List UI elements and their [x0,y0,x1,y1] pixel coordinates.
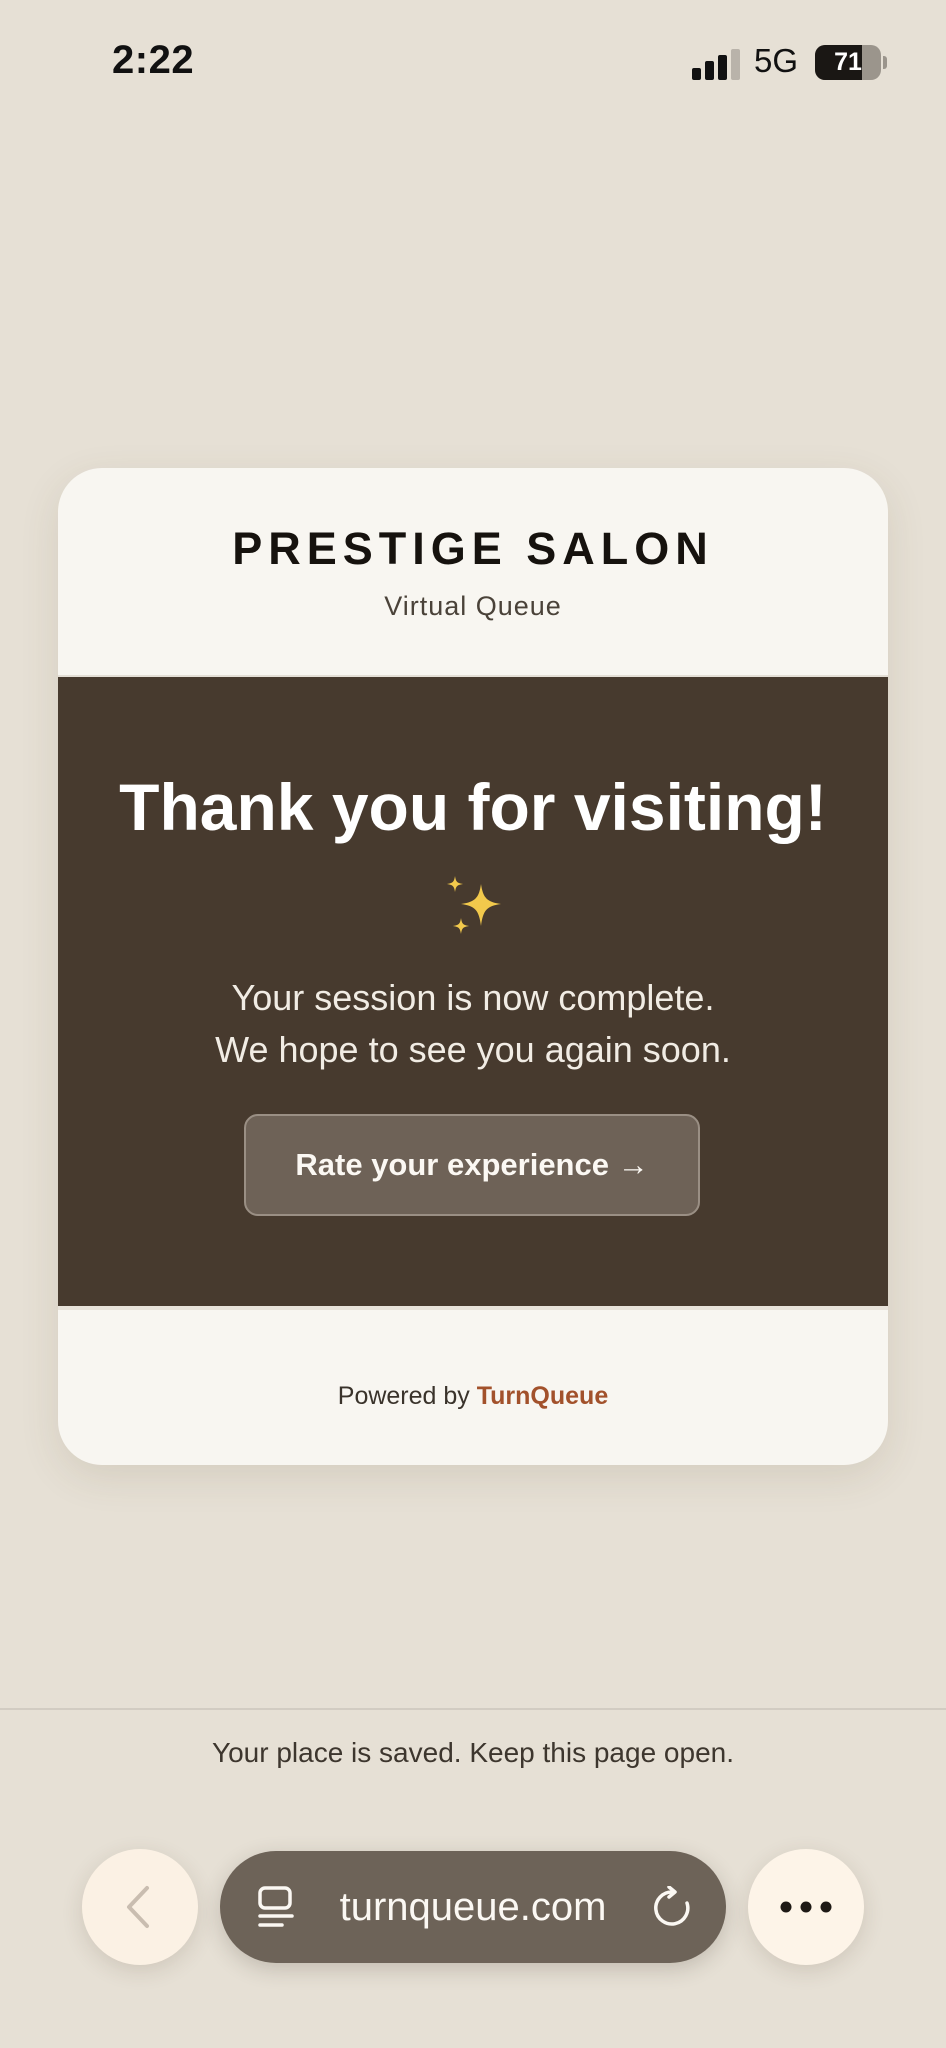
battery-tip [883,56,887,69]
back-button[interactable] [82,1849,198,1965]
cellular-signal-icon [692,48,740,80]
more-options-icon [780,1901,832,1913]
thank-you-heading: Thank you for visiting! [119,770,827,844]
chevron-left-icon [127,1886,149,1928]
queue-card: PRESTIGE SALON Virtual Queue Thank you f… [58,468,888,1465]
salon-subtitle: Virtual Queue [384,591,562,621]
address-bar[interactable]: turnqueue.com [220,1851,726,1963]
powered-by-prefix: Powered by [337,1382,477,1410]
message-line-2: We hope to see you again soon. [215,1029,731,1070]
more-button[interactable] [748,1849,864,1965]
network-type: 5G [754,42,799,79]
saved-note: Your place is saved. Keep this page open… [211,1737,734,1768]
reload-icon[interactable] [650,1886,694,1930]
rate-experience-button[interactable]: Rate your experience → [244,1114,700,1216]
card-header: PRESTIGE SALON Virtual Queue [58,468,888,677]
clock: 2:22 [112,38,195,82]
salon-name: PRESTIGE SALON [232,523,714,574]
card-footer: Powered by TurnQueue [58,1306,888,1465]
thank-you-panel: Thank you for visiting! Your session is … [58,677,888,1306]
message-line-1: Your session is now complete. [231,977,715,1018]
bottom-divider [0,1708,946,1710]
sparkles-icon [447,876,501,934]
completion-message: Your session is now complete. We hope to… [58,972,888,1076]
status-bar: 2:22 5G 71 [0,0,946,130]
turnqueue-link[interactable]: TurnQueue [477,1382,608,1410]
battery-icon: 71 [815,45,881,80]
battery-percentage: 71 [834,48,862,76]
powered-by: Powered by TurnQueue [58,1382,888,1411]
